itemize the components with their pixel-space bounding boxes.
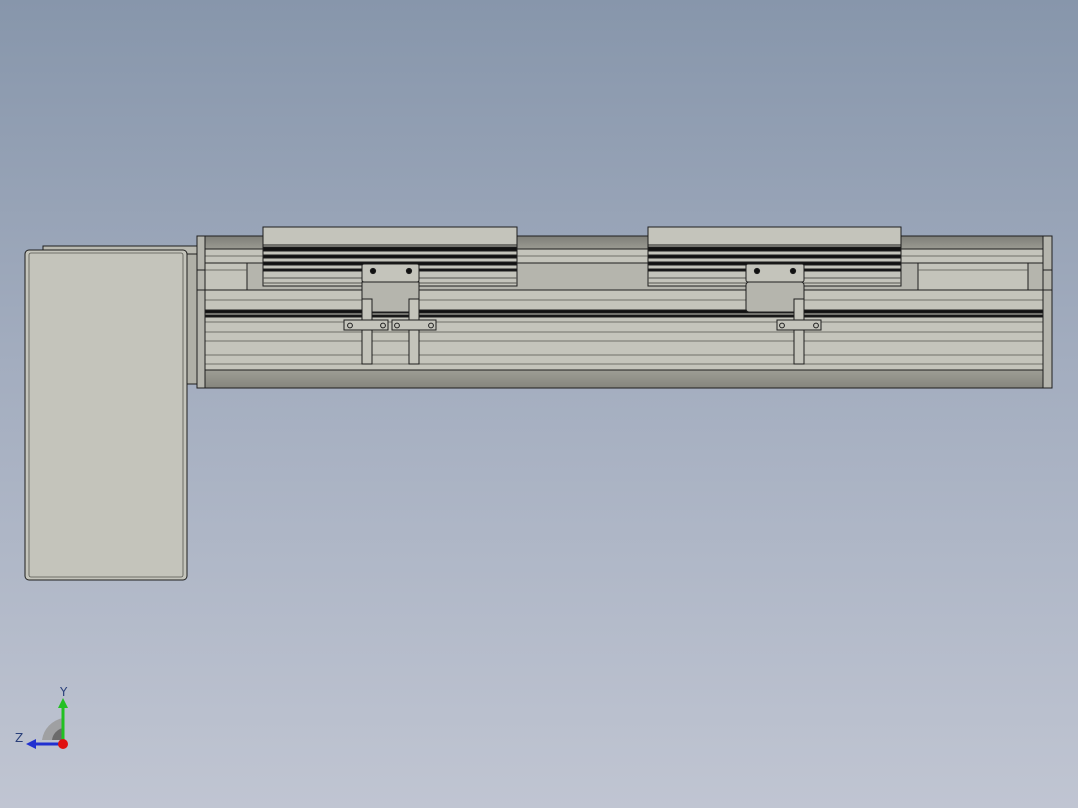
model-view[interactable]: [0, 0, 1078, 808]
limit-switch-3[interactable]: [776, 319, 822, 331]
x-axis-dot: [58, 739, 68, 749]
graphics-viewport[interactable]: Y Z: [0, 0, 1078, 808]
motor-housing[interactable]: [24, 245, 199, 581]
limit-switch-1[interactable]: [343, 319, 389, 331]
orientation-triad: Y Z: [15, 685, 68, 749]
y-axis-label: Y: [59, 685, 68, 699]
limit-switch-2[interactable]: [391, 319, 437, 331]
z-axis-label: Z: [15, 731, 23, 745]
